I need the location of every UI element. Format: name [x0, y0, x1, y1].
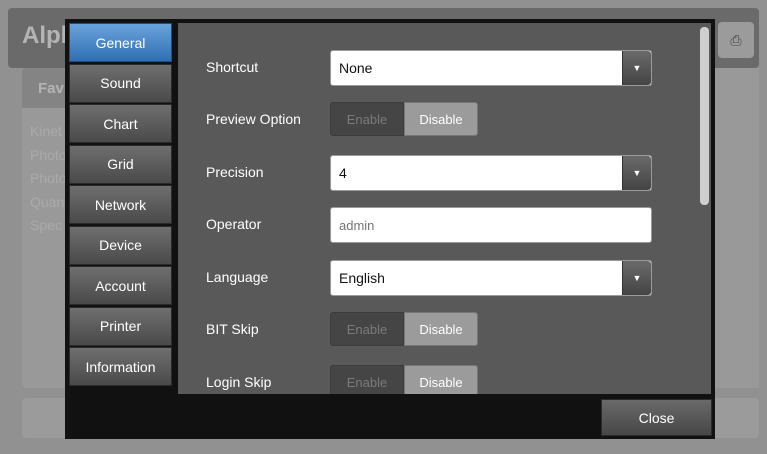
- operator-label: Operator: [206, 216, 262, 232]
- bit-skip-enable-button[interactable]: Enable: [330, 312, 404, 346]
- shortcut-value: None: [339, 60, 373, 76]
- shortcut-label: Shortcut: [206, 59, 259, 75]
- login-skip-toggle: Enable Disable: [330, 365, 478, 394]
- tab-chart[interactable]: Chart: [69, 104, 172, 143]
- login-skip-row: Login Skip Enable Disable: [206, 365, 666, 394]
- language-select[interactable]: English ▼: [330, 260, 652, 296]
- login-skip-disable-button[interactable]: Disable: [404, 365, 478, 394]
- preview-option-toggle: Enable Disable: [330, 102, 478, 136]
- general-settings-panel: Shortcut None ▼ Preview Option Enable Di…: [178, 23, 711, 394]
- language-label: Language: [206, 269, 269, 285]
- close-button[interactable]: Close: [601, 399, 712, 436]
- language-row: Language English ▼: [206, 260, 666, 296]
- tab-sound[interactable]: Sound: [69, 63, 172, 103]
- tab-device[interactable]: Device: [69, 225, 172, 265]
- scrollbar-thumb[interactable]: [700, 27, 709, 205]
- chevron-down-icon[interactable]: ▼: [622, 156, 651, 190]
- login-skip-enable-button[interactable]: Enable: [330, 365, 404, 394]
- login-skip-label: Login Skip: [206, 374, 272, 390]
- bit-skip-disable-button[interactable]: Disable: [404, 312, 478, 346]
- bit-skip-toggle: Enable Disable: [330, 312, 478, 346]
- preview-enable-button[interactable]: Enable: [330, 102, 404, 136]
- chevron-down-icon[interactable]: ▼: [622, 261, 651, 295]
- language-value: English: [339, 270, 385, 286]
- precision-row: Precision 4 ▼: [206, 155, 666, 191]
- precision-label: Precision: [206, 164, 264, 180]
- preview-disable-button[interactable]: Disable: [404, 102, 478, 136]
- bit-skip-row: BIT Skip Enable Disable: [206, 312, 666, 348]
- operator-row: Operator: [206, 207, 666, 243]
- settings-tabs: General Sound Chart Grid Network Device …: [69, 23, 174, 388]
- tab-information[interactable]: Information: [69, 347, 172, 386]
- bit-skip-label: BIT Skip: [206, 321, 259, 337]
- shortcut-select[interactable]: None ▼: [330, 50, 652, 86]
- preview-option-label: Preview Option: [206, 111, 301, 127]
- settings-dialog: General Sound Chart Grid Network Device …: [65, 19, 715, 439]
- operator-input[interactable]: [330, 207, 652, 243]
- precision-value: 4: [339, 165, 347, 181]
- precision-select[interactable]: 4 ▼: [330, 155, 652, 191]
- tab-general[interactable]: General: [69, 23, 172, 62]
- shortcut-row: Shortcut None ▼: [206, 50, 666, 86]
- tab-printer[interactable]: Printer: [69, 306, 172, 346]
- tab-network[interactable]: Network: [69, 185, 172, 224]
- tab-grid[interactable]: Grid: [69, 144, 172, 184]
- tab-account[interactable]: Account: [69, 266, 172, 305]
- preview-option-row: Preview Option Enable Disable: [206, 102, 666, 138]
- chevron-down-icon[interactable]: ▼: [622, 51, 651, 85]
